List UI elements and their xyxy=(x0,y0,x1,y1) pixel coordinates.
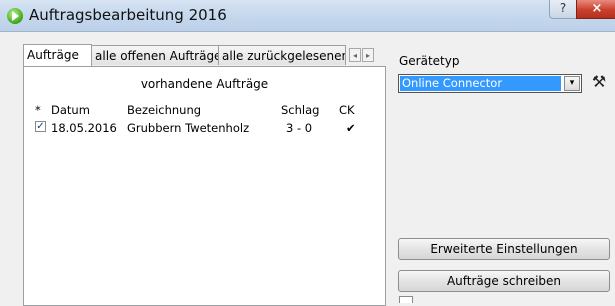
tab-alle-offenen[interactable]: alle offenen Aufträge xyxy=(91,45,219,65)
column-header-datum[interactable]: Datum xyxy=(51,103,90,117)
app-icon xyxy=(7,8,23,24)
tab-scroll-left-button[interactable]: ◂ xyxy=(349,48,361,62)
column-header-schlag[interactable]: Schlag xyxy=(281,103,319,117)
device-type-dropdown[interactable]: Online Connector ▾ xyxy=(398,74,582,93)
row-name: Grubbern Twetenholz xyxy=(127,121,250,135)
tab-scroll-right-button[interactable]: ▸ xyxy=(362,48,374,62)
tab-auftraege[interactable]: Aufträge xyxy=(23,44,92,66)
column-header-bezeichnung[interactable]: Bezeichnung xyxy=(127,103,201,117)
row-ck-check-icon: ✔ xyxy=(346,121,356,135)
column-header-star[interactable]: * xyxy=(35,103,41,117)
close-button[interactable]: × xyxy=(576,0,615,19)
device-type-value: Online Connector xyxy=(400,76,561,91)
table-row[interactable]: ✓ 18.05.2016 Grubbern Twetenholz 3 - 0 ✔ xyxy=(35,121,365,137)
tools-icon[interactable]: ⚒ xyxy=(589,72,609,92)
row-date: 18.05.2016 xyxy=(51,121,117,135)
advanced-settings-button[interactable]: Erweiterte Einstellungen xyxy=(398,238,610,260)
help-button[interactable]: ? xyxy=(549,0,577,19)
orders-panel: vorhandene Aufträge * Datum Bezeichnung … xyxy=(23,66,386,306)
title-bar: Auftragsbearbeitung 2016 ? × xyxy=(0,0,615,32)
row-checkbox[interactable]: ✓ xyxy=(35,121,46,132)
tab-alle-zurueckgelesenen[interactable]: alle zurückgelesenen Au xyxy=(218,45,346,65)
list-header: * Datum Bezeichnung Schlag CK xyxy=(35,103,365,119)
window-title: Auftragsbearbeitung 2016 xyxy=(29,6,227,24)
row-schlag: 3 - 0 xyxy=(286,121,313,135)
write-orders-button[interactable]: Aufträge schreiben xyxy=(398,270,610,292)
chevron-down-icon[interactable]: ▾ xyxy=(564,76,580,91)
client-area: Aufträge alle offenen Aufträge alle zurü… xyxy=(0,32,615,306)
device-type-label: Gerätetyp xyxy=(399,54,460,68)
column-header-ck[interactable]: CK xyxy=(339,103,355,117)
section-title: vorhandene Aufträge xyxy=(140,77,269,91)
